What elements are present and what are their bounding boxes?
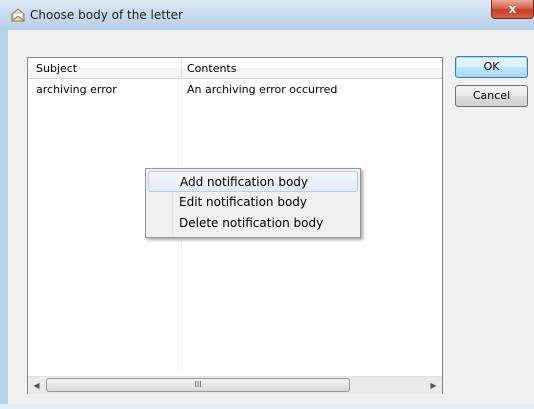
scroll-thumb[interactable]: III <box>46 378 350 392</box>
menu-item-label: Add notification body <box>180 175 309 189</box>
close-button[interactable]: x <box>491 0 534 19</box>
envelope-icon <box>10 7 26 23</box>
cancel-button[interactable]: Cancel <box>455 85 528 107</box>
ok-button[interactable]: OK <box>455 56 528 78</box>
title-bar[interactable]: Choose body of the letter x <box>0 0 534 30</box>
context-menu: Add notification body Edit notification … <box>145 168 361 238</box>
window-bottom-border <box>0 404 534 409</box>
column-header-contents[interactable]: Contents <box>187 62 236 75</box>
horizontal-scrollbar[interactable]: ◀ III ▶ <box>28 376 442 394</box>
row-subject-cell: archiving error <box>36 83 117 96</box>
menu-item-label: Edit notification body <box>179 195 308 209</box>
column-header-subject[interactable]: Subject <box>36 62 77 75</box>
scroll-right-icon[interactable]: ▶ <box>425 377 442 394</box>
menu-item-delete-notification-body[interactable]: Delete notification body <box>148 213 358 234</box>
window-title: Choose body of the letter <box>30 8 183 22</box>
row-contents-cell: An archiving error occurred <box>187 83 338 96</box>
menu-item-label: Delete notification body <box>179 216 324 230</box>
menu-item-edit-notification-body[interactable]: Edit notification body <box>148 192 358 213</box>
menu-item-add-notification-body[interactable]: Add notification body <box>148 171 358 192</box>
dialog-window: Choose body of the letter x Subject Cont… <box>0 0 534 409</box>
list-column-header: Subject Contents <box>28 58 442 79</box>
column-divider[interactable] <box>181 58 182 78</box>
scroll-left-icon[interactable]: ◀ <box>28 377 45 394</box>
close-icon: x <box>508 2 517 16</box>
